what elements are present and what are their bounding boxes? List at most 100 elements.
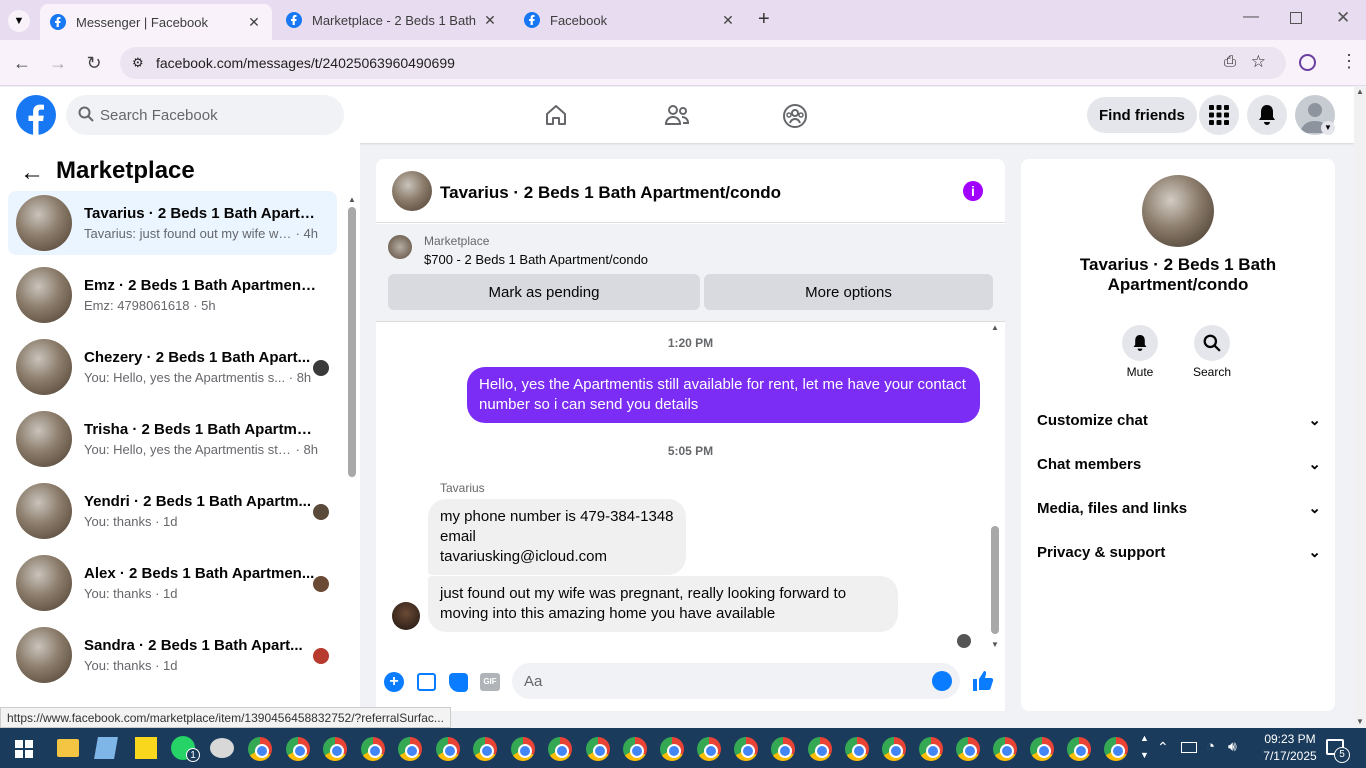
menu-grid-button[interactable]	[1199, 95, 1239, 135]
chrome-icon[interactable]	[323, 737, 347, 761]
chrome-icon[interactable]	[845, 737, 869, 761]
chrome-icon[interactable]	[1030, 737, 1054, 761]
chrome-icon[interactable]	[436, 737, 460, 761]
chrome-icon[interactable]	[473, 737, 497, 761]
chrome-icon[interactable]	[1104, 737, 1128, 761]
search-button[interactable]	[1194, 325, 1230, 361]
back-button[interactable]: ←	[12, 53, 32, 73]
plus-icon[interactable]: +	[384, 672, 404, 692]
chrome-icon[interactable]	[734, 737, 758, 761]
close-tab-icon[interactable]: ✕	[482, 12, 498, 29]
conversation-item[interactable]: Yendri · 2 Beds 1 Bath Apartm... You: th…	[8, 479, 337, 543]
sticky-notes-icon[interactable]	[135, 737, 157, 759]
conversation-item[interactable]: Tavarius · 2 Beds 1 Bath Apartme... Tava…	[8, 191, 337, 255]
chrome-icon[interactable]	[398, 737, 422, 761]
media-files-links-row[interactable]: Media, files and links ⌄	[1037, 499, 1321, 518]
photo-icon[interactable]	[417, 673, 436, 691]
forward-button[interactable]: →	[48, 53, 68, 73]
friends-icon[interactable]	[664, 103, 690, 127]
tab-messenger[interactable]: Messenger | Facebook ✕	[40, 4, 272, 40]
site-info-icon[interactable]: ⚙	[132, 55, 144, 71]
conversation-item[interactable]: Chezery · 2 Beds 1 Bath Apart... You: He…	[8, 335, 337, 399]
like-thumb-icon[interactable]	[972, 670, 994, 692]
notifications-button[interactable]	[1247, 95, 1287, 135]
chrome-icon[interactable]	[1067, 737, 1091, 761]
paint-icon[interactable]	[210, 738, 234, 758]
taskbar-scroll[interactable]: ▲ ▼	[1140, 730, 1149, 764]
profile-photo[interactable]	[1142, 175, 1214, 247]
install-app-icon[interactable]: ⎙	[1224, 53, 1236, 70]
conversation-item[interactable]: Emz · 2 Beds 1 Bath Apartment/... Emz: 4…	[8, 263, 337, 327]
volume-icon[interactable]: 🔊︎	[1228, 738, 1237, 755]
tab-facebook[interactable]: Facebook ✕	[514, 4, 746, 36]
chrome-icon[interactable]	[361, 737, 385, 761]
find-friends-button[interactable]: Find friends	[1087, 97, 1197, 133]
restore-button[interactable]	[1290, 12, 1302, 24]
home-icon[interactable]	[544, 103, 568, 127]
close-tab-icon[interactable]: ✕	[720, 12, 736, 29]
close-tab-icon[interactable]: ✕	[246, 14, 262, 31]
account-chevron-down-icon[interactable]: ▼	[1321, 121, 1335, 135]
chrome-icon[interactable]	[697, 737, 721, 761]
chrome-icon[interactable]	[993, 737, 1017, 761]
gif-icon[interactable]: GIF	[480, 673, 500, 691]
listing-thumbnail[interactable]	[388, 235, 412, 259]
sticker-icon[interactable]	[449, 673, 468, 692]
reload-button[interactable]: ↻	[84, 53, 104, 73]
emoji-icon[interactable]	[932, 671, 952, 691]
profile-icon[interactable]	[1299, 54, 1316, 71]
chrome-icon[interactable]	[511, 737, 535, 761]
chrome-icon[interactable]	[771, 737, 795, 761]
tray-chevron-up-icon[interactable]: ⌃	[1157, 739, 1169, 756]
browser-menu-icon[interactable]: ⋮	[1340, 51, 1358, 72]
mark-as-pending-button[interactable]: Mark as pending	[388, 274, 700, 310]
chat-members-row[interactable]: Chat members ⌄	[1037, 455, 1321, 474]
url-field[interactable]: ⚙ facebook.com/messages/t/24025063960490…	[120, 47, 1286, 79]
sidebar-scrollbar[interactable]: ▲	[347, 195, 357, 711]
facebook-logo-icon[interactable]	[16, 95, 56, 135]
chrome-icon[interactable]	[882, 737, 906, 761]
page-scrollbar[interactable]: ▲ ▼	[1354, 87, 1366, 728]
chrome-icon[interactable]	[808, 737, 832, 761]
chrome-icon[interactable]	[586, 737, 610, 761]
notepad-icon[interactable]	[94, 737, 118, 759]
chrome-icon[interactable]	[660, 737, 684, 761]
bookmark-star-icon[interactable]: ☆	[1251, 52, 1266, 72]
close-window-button[interactable]: ✕	[1336, 8, 1350, 28]
chrome-icon[interactable]	[956, 737, 980, 761]
mute-button[interactable]	[1122, 325, 1158, 361]
incoming-message[interactable]: just found out my wife was pregnant, rea…	[428, 576, 898, 632]
outgoing-message[interactable]: Hello, yes the Apartmentis still availab…	[467, 367, 980, 423]
conversation-item[interactable]: Trisha · 2 Beds 1 Bath Apartment... You:…	[8, 407, 337, 471]
chrome-icon[interactable]	[548, 737, 572, 761]
new-tab-button[interactable]: +	[758, 8, 770, 31]
chat-avatar[interactable]	[392, 171, 432, 211]
groups-icon[interactable]	[782, 103, 808, 129]
chrome-icon[interactable]	[919, 737, 943, 761]
minimize-button[interactable]: —	[1243, 8, 1259, 26]
tab-search-dropdown[interactable]: ▼	[8, 10, 30, 32]
chat-scrollbar[interactable]: ▲ ▼	[990, 323, 1000, 649]
more-options-button[interactable]: More options	[704, 274, 993, 310]
battery-icon[interactable]	[1181, 742, 1197, 753]
search-facebook-input[interactable]: Search Facebook	[66, 95, 344, 135]
clock-time[interactable]: 09:23 PM	[1255, 732, 1325, 746]
conversation-item[interactable]: Sandra · 2 Beds 1 Bath Apart... You: tha…	[8, 623, 337, 687]
wifi-icon[interactable]: ◔	[1206, 738, 1215, 755]
chrome-icon[interactable]	[248, 737, 272, 761]
chrome-icon[interactable]	[623, 737, 647, 761]
chrome-icon[interactable]	[286, 737, 310, 761]
listing-title[interactable]: $700 - 2 Beds 1 Bath Apartment/condo	[424, 252, 648, 267]
conversation-item[interactable]: Alex · 2 Beds 1 Bath Apartmen... You: th…	[8, 551, 337, 615]
back-arrow-icon[interactable]: ←	[20, 159, 44, 187]
privacy-support-row[interactable]: Privacy & support ⌄	[1037, 543, 1321, 562]
customize-chat-row[interactable]: Customize chat ⌄	[1037, 411, 1321, 430]
clock-date[interactable]: 7/17/2025	[1255, 749, 1325, 763]
windows-start-icon[interactable]	[15, 740, 33, 758]
sender-avatar[interactable]	[392, 602, 420, 630]
file-explorer-icon[interactable]	[57, 739, 79, 757]
tab-marketplace[interactable]: Marketplace - 2 Beds 1 Bath Ap ✕	[276, 4, 508, 36]
chat-title[interactable]: Tavarius · 2 Beds 1 Bath Apartment/condo	[440, 183, 781, 203]
message-input[interactable]: Aa	[512, 663, 960, 699]
incoming-message[interactable]: my phone number is 479-384-1348 email ta…	[428, 499, 686, 575]
